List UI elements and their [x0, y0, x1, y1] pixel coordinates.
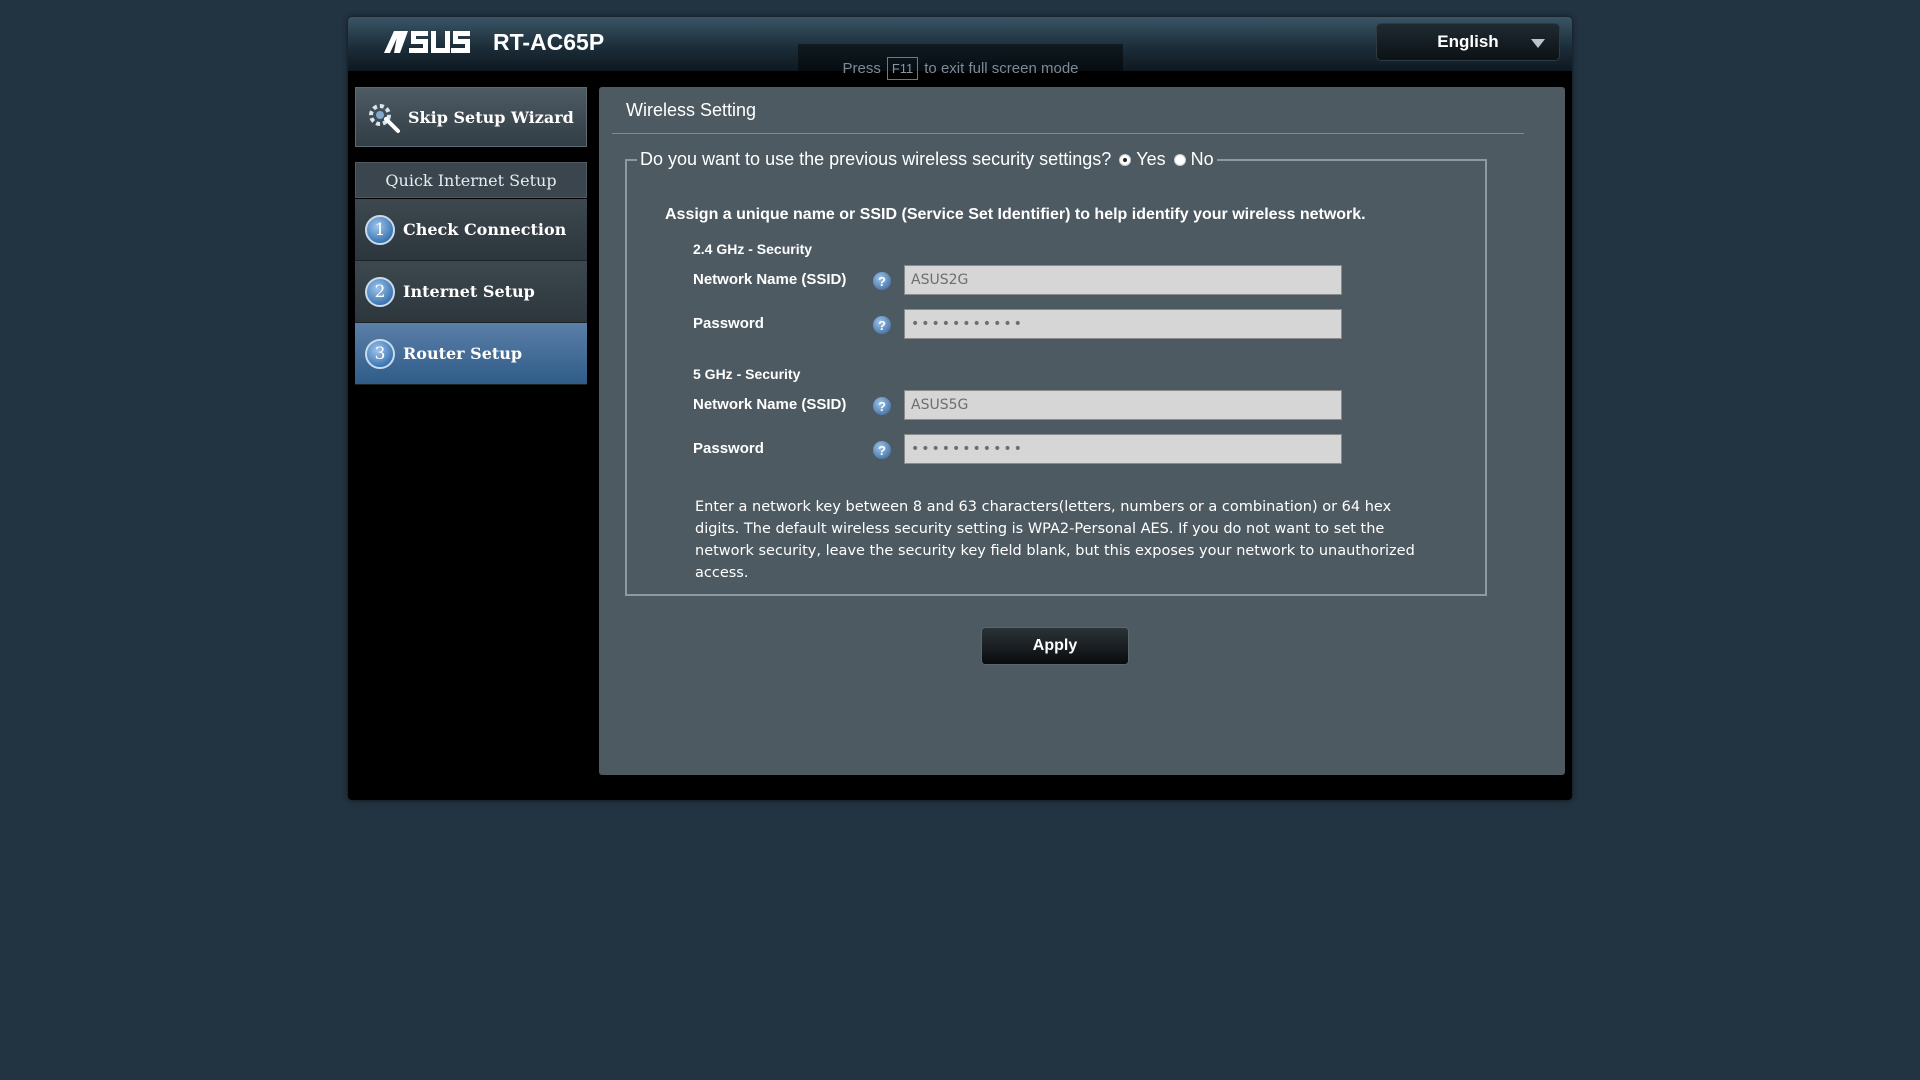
app-frame: RT-AC65P English Press F11 to exit full …	[348, 17, 1572, 800]
password-5-input[interactable]: •••••••••••	[904, 434, 1342, 464]
notice-key: F11	[886, 56, 919, 80]
step-number-2: 2	[365, 276, 395, 307]
step-label: Check Connection	[403, 220, 567, 239]
notice-text: to exit full screen mode	[924, 59, 1079, 77]
step-label: Internet Setup	[403, 282, 535, 301]
page-title: Wireless Setting	[626, 100, 757, 120]
radio-yes-label[interactable]: Yes	[1136, 149, 1165, 170]
step-internet-setup[interactable]: 2 Internet Setup	[355, 261, 587, 323]
band-24-title: 2.4 GHz - Security	[693, 241, 813, 257]
wizard-icon	[369, 104, 400, 133]
language-value: English	[1437, 32, 1499, 51]
radio-yes[interactable]	[1119, 153, 1132, 166]
password-5-label: Password	[693, 440, 764, 457]
fullscreen-notice: Press F11 to exit full screen mode	[798, 44, 1123, 92]
skip-label: Skip Setup Wizard	[408, 107, 574, 127]
step-number-1: 1	[365, 214, 395, 245]
wireless-setting-panel: Wireless Setting Do you want to use the …	[599, 87, 1565, 775]
chevron-down-icon	[1531, 39, 1545, 48]
radio-no[interactable]	[1173, 153, 1186, 166]
model-name: RT-AC65P	[493, 29, 605, 55]
title-divider	[612, 133, 1524, 134]
security-note: Enter a network key between 8 and 63 cha…	[695, 499, 1415, 581]
skip-setup-wizard-button[interactable]: Skip Setup Wizard	[355, 87, 587, 147]
previous-settings-question: Do you want to use the previous wireless…	[637, 149, 1217, 170]
help-icon[interactable]: ?	[873, 397, 891, 415]
ssid-24-input[interactable]: ASUS2G	[904, 265, 1342, 295]
ssid-24-label: Network Name (SSID)	[693, 271, 847, 288]
asus-logo	[384, 31, 470, 53]
radio-no-label[interactable]: No	[1191, 149, 1214, 170]
language-select[interactable]: English	[1376, 23, 1560, 61]
help-icon[interactable]: ?	[873, 441, 891, 459]
quick-internet-setup-title: Quick Internet Setup	[355, 162, 587, 198]
help-icon[interactable]: ?	[873, 316, 891, 334]
step-check-connection[interactable]: 1 Check Connection	[355, 199, 587, 261]
help-icon[interactable]: ?	[873, 272, 891, 290]
apply-button[interactable]: Apply	[981, 627, 1129, 665]
band-5-title: 5 GHz - Security	[693, 366, 801, 382]
step-router-setup[interactable]: 3 Router Setup	[355, 323, 587, 385]
password-24-label: Password	[693, 315, 764, 332]
ssid-5-input[interactable]: ASUS5G	[904, 390, 1342, 420]
ssid-intro: Assign a unique name or SSID (Service Se…	[665, 206, 1366, 223]
notice-press: Press	[842, 59, 881, 77]
step-label: Router Setup	[403, 344, 523, 363]
security-fieldset: Do you want to use the previous wireless…	[625, 149, 1487, 596]
password-24-input[interactable]: •••••••••••	[904, 309, 1342, 339]
ssid-5-label: Network Name (SSID)	[693, 396, 847, 413]
question-text: Do you want to use the previous wireless…	[640, 149, 1112, 169]
step-number-3: 3	[365, 338, 395, 369]
